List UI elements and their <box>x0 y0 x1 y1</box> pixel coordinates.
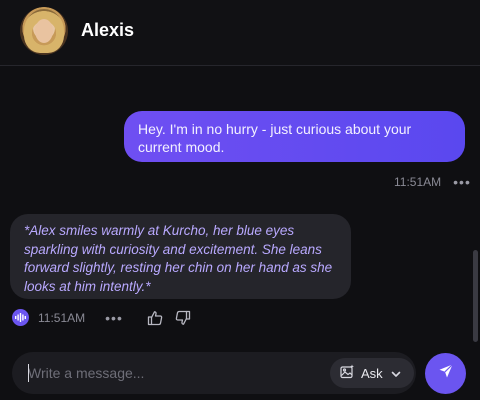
audio-wave-icon[interactable] <box>12 309 29 326</box>
user-message-text: Hey. I'm in no hurry - just curious abou… <box>138 121 412 155</box>
send-icon <box>438 363 454 384</box>
page-title: Alexis <box>81 20 135 40</box>
user-message-bubble: Hey. I'm in no hurry - just curious abou… <box>124 111 465 162</box>
avatar-face <box>35 19 53 43</box>
scrollbar[interactable] <box>473 250 478 342</box>
chevron-down-icon <box>391 366 401 381</box>
ask-label: Ask <box>361 365 383 381</box>
bot-message-more-button[interactable]: ••• <box>105 311 123 325</box>
user-message-more-button[interactable]: ••• <box>453 175 471 189</box>
ask-button[interactable]: Ask <box>330 358 414 388</box>
bot-message-meta: 11:51AM ••• <box>12 309 203 326</box>
bot-message-time: 11:51AM <box>38 310 86 325</box>
thumbs-up-icon[interactable] <box>147 310 163 326</box>
send-button[interactable] <box>425 353 466 394</box>
chat-header: Alexis <box>0 0 480 66</box>
image-sparkle-icon <box>340 364 355 382</box>
bot-message-text: *Alex smiles warmly at Kurcho, her blue … <box>24 223 333 294</box>
avatar[interactable] <box>20 7 68 55</box>
thumbs-down-icon[interactable] <box>175 310 191 326</box>
message-input[interactable] <box>28 363 328 383</box>
user-message-time: 11:51AM <box>394 175 442 189</box>
user-message-meta: 11:51AM ••• <box>394 175 471 189</box>
bot-message-bubble: *Alex smiles warmly at Kurcho, her blue … <box>10 214 351 299</box>
text-caret <box>28 364 29 382</box>
